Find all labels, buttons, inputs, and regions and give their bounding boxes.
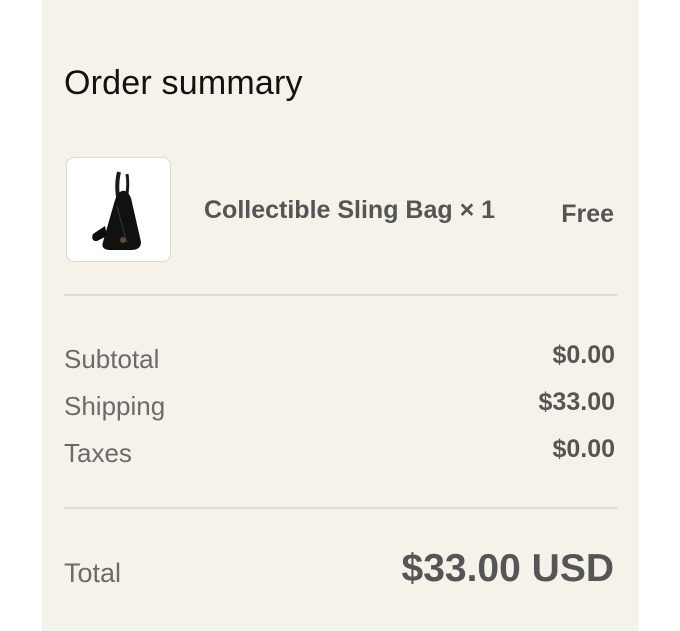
subtotal-value: $0.00 bbox=[552, 341, 615, 369]
item-price: Free bbox=[561, 200, 614, 228]
product-thumbnail bbox=[66, 157, 171, 262]
item-name: Collectible Sling Bag × 1 bbox=[204, 196, 496, 224]
total-value: $33.00 USD bbox=[401, 547, 614, 590]
divider bbox=[64, 507, 617, 509]
taxes-value: $0.00 bbox=[552, 435, 615, 463]
shipping-label: Shipping bbox=[64, 391, 166, 421]
sling-bag-image bbox=[92, 171, 141, 250]
order-summary-title: Order summary bbox=[64, 64, 303, 102]
subtotal-label: Subtotal bbox=[64, 344, 160, 374]
taxes-label: Taxes bbox=[64, 438, 132, 468]
divider bbox=[64, 294, 617, 296]
total-label: Total bbox=[64, 558, 122, 588]
shipping-value: $33.00 bbox=[538, 388, 615, 416]
order-summary-panel: Order summary Collectible Sling Bag × 1 … bbox=[42, 0, 639, 631]
